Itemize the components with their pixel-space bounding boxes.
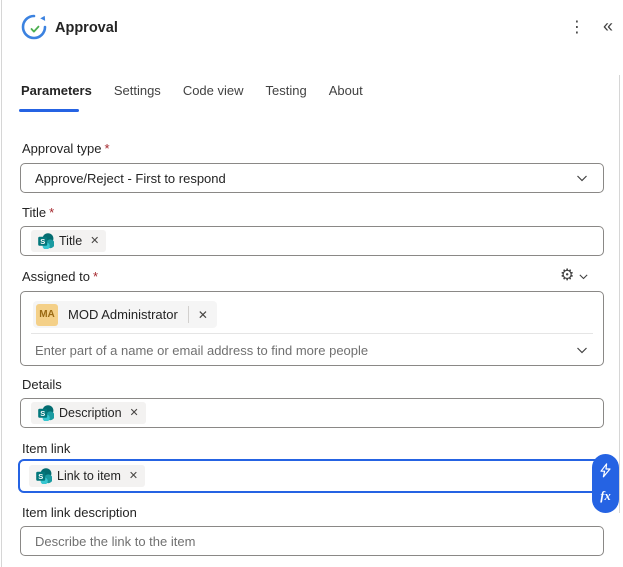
remove-person-icon[interactable]: ✕ (189, 308, 217, 322)
token-picker-actions: fx (592, 454, 619, 513)
required-asterisk: * (49, 205, 55, 220)
gear-icon: ⚙ (560, 267, 575, 284)
approvals-connector-icon (20, 13, 48, 41)
tab-code-view[interactable]: Code view (183, 83, 244, 104)
fx-icon: fx (600, 489, 611, 504)
people-search-row (21, 334, 603, 366)
assigned-to-label: Assigned to * (22, 269, 98, 284)
item-link-input[interactable]: S Link to item ✕ (18, 459, 606, 493)
item-link-description-label: Item link description (22, 505, 137, 520)
tab-parameters[interactable]: Parameters (21, 83, 92, 104)
panel-left-border (1, 0, 2, 567)
people-search-input[interactable] (35, 342, 575, 358)
required-asterisk: * (92, 269, 98, 284)
tab-bar: Parameters Settings Code view Testing Ab… (21, 83, 363, 104)
dynamic-content-token-description[interactable]: S Description ✕ (31, 402, 146, 424)
title-input[interactable]: S Title ✕ (20, 226, 604, 256)
approval-type-value: Approve/Reject - First to respond (35, 170, 226, 186)
svg-text:S: S (38, 472, 43, 481)
item-link-description-input[interactable] (35, 533, 603, 549)
remove-token-icon[interactable]: ✕ (129, 470, 138, 482)
assigned-to-people-picker[interactable]: MA MOD Administrator ✕ (20, 291, 604, 366)
expression-button[interactable]: fx (596, 487, 616, 507)
active-tab-indicator (19, 109, 79, 112)
token-label: Link to item (57, 469, 121, 483)
person-name: MOD Administrator (68, 307, 178, 322)
details-label: Details (22, 377, 62, 392)
chevron-down-icon[interactable] (575, 343, 589, 357)
tab-testing[interactable]: Testing (266, 83, 307, 104)
token-label: Description (59, 406, 122, 420)
approval-type-dropdown[interactable]: Approve/Reject - First to respond (20, 163, 604, 193)
item-link-description-field[interactable] (20, 526, 604, 556)
sharepoint-icon: S (36, 468, 52, 484)
svg-text:S: S (40, 237, 45, 246)
dynamic-content-token-title[interactable]: S Title ✕ (31, 230, 107, 252)
chevron-down-icon (579, 273, 588, 279)
chevron-down-icon (577, 175, 587, 182)
more-actions-button[interactable]: ⋮ (566, 16, 588, 40)
sharepoint-icon: S (38, 405, 54, 421)
approval-type-label: Approval type * (22, 141, 110, 156)
person-pill[interactable]: MA MOD Administrator ✕ (33, 301, 217, 328)
title-label: Title * (22, 205, 55, 220)
tab-about[interactable]: About (329, 83, 363, 104)
approval-config-panel: Approval ⋮ « Parameters Settings Code vi… (0, 0, 623, 567)
collapse-panel-icon[interactable]: « (596, 14, 620, 38)
dynamic-content-button[interactable] (596, 460, 616, 480)
details-input[interactable]: S Description ✕ (20, 398, 604, 428)
svg-text:S: S (40, 409, 45, 418)
required-asterisk: * (104, 141, 110, 156)
remove-token-icon[interactable]: ✕ (90, 235, 99, 247)
sharepoint-icon: S (38, 233, 54, 249)
token-label: Title (59, 234, 83, 248)
dynamic-content-token-link-to-item[interactable]: S Link to item ✕ (29, 465, 146, 487)
lightning-bolt-icon (600, 463, 611, 478)
action-title: Approval (55, 20, 118, 36)
item-link-label: Item link (22, 441, 71, 456)
panel-right-border (619, 75, 620, 513)
assigned-to-settings-button[interactable]: ⚙ (560, 267, 589, 285)
avatar: MA (36, 303, 58, 326)
remove-token-icon[interactable]: ✕ (130, 407, 139, 419)
tab-settings[interactable]: Settings (114, 83, 161, 104)
